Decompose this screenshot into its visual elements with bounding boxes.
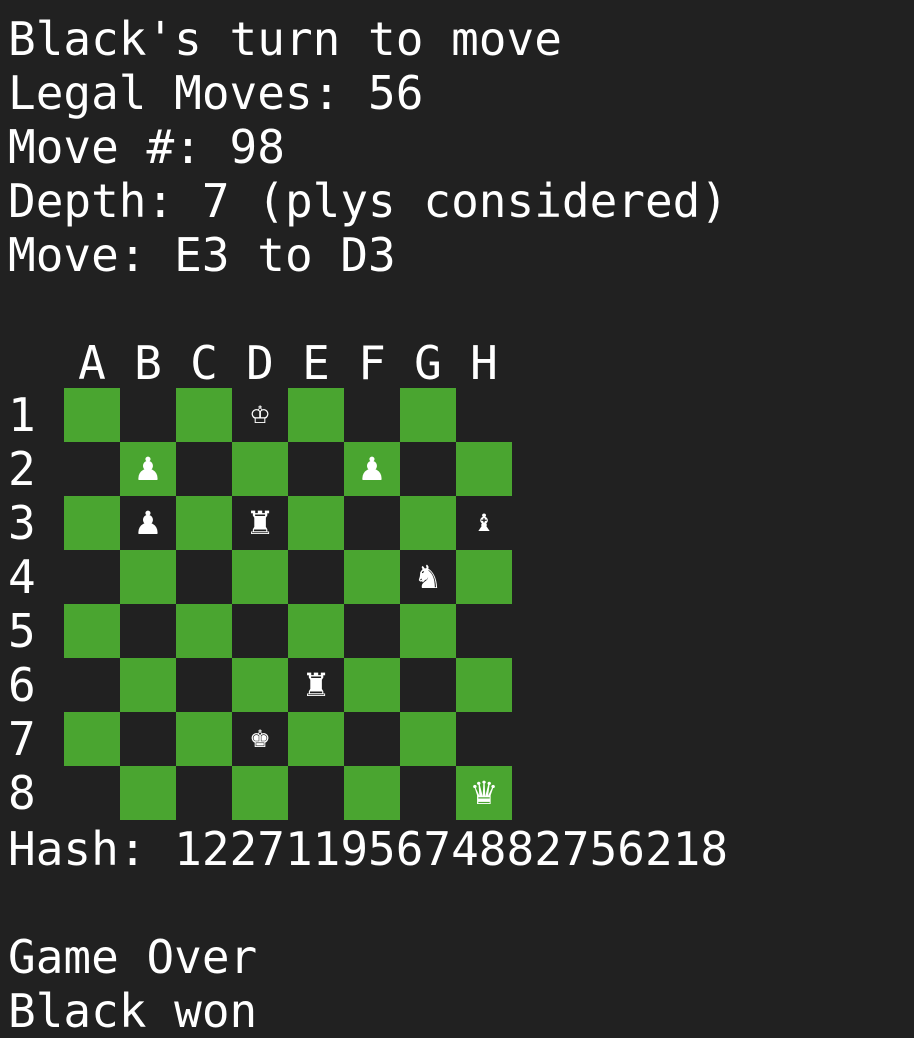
rank-label-8: 8 bbox=[8, 766, 36, 820]
square-d2[interactable] bbox=[232, 442, 288, 496]
square-f3[interactable] bbox=[344, 496, 400, 550]
square-b8[interactable] bbox=[120, 766, 176, 820]
square-a3[interactable] bbox=[64, 496, 120, 550]
pawn-icon[interactable]: ♟ bbox=[120, 496, 176, 550]
file-label-b: B bbox=[134, 336, 162, 390]
square-f6[interactable] bbox=[344, 658, 400, 712]
file-label-e: E bbox=[302, 336, 330, 390]
black-king-icon[interactable]: ♚ bbox=[232, 712, 288, 766]
square-g3[interactable] bbox=[400, 496, 456, 550]
file-label-a: A bbox=[78, 336, 106, 390]
square-e4[interactable] bbox=[288, 550, 344, 604]
hash-readout: Hash: 12271195674882756218 bbox=[8, 822, 729, 876]
pawn-icon[interactable]: ♟ bbox=[344, 442, 400, 496]
square-e5[interactable] bbox=[288, 604, 344, 658]
file-label-g: G bbox=[414, 336, 442, 390]
square-g2[interactable] bbox=[400, 442, 456, 496]
square-h4[interactable] bbox=[456, 550, 512, 604]
square-h5[interactable] bbox=[456, 604, 512, 658]
square-a5[interactable] bbox=[64, 604, 120, 658]
square-f7[interactable] bbox=[344, 712, 400, 766]
bishop-icon[interactable]: ♝ bbox=[456, 496, 512, 550]
game-over-text: Game Over bbox=[8, 930, 258, 984]
square-b4[interactable] bbox=[120, 550, 176, 604]
square-c1[interactable] bbox=[176, 388, 232, 442]
rook-icon[interactable]: ♜ bbox=[288, 658, 344, 712]
file-label-c: C bbox=[190, 336, 218, 390]
square-f1[interactable] bbox=[344, 388, 400, 442]
square-e1[interactable] bbox=[288, 388, 344, 442]
square-c7[interactable] bbox=[176, 712, 232, 766]
white-king-icon[interactable]: ♔ bbox=[232, 388, 288, 442]
square-c8[interactable] bbox=[176, 766, 232, 820]
file-label-f: F bbox=[358, 336, 386, 390]
square-a2[interactable] bbox=[64, 442, 120, 496]
square-b7[interactable] bbox=[120, 712, 176, 766]
square-d5[interactable] bbox=[232, 604, 288, 658]
pawn-icon[interactable]: ♟ bbox=[120, 442, 176, 496]
square-b5[interactable] bbox=[120, 604, 176, 658]
square-a4[interactable] bbox=[64, 550, 120, 604]
rook-icon[interactable]: ♜ bbox=[232, 496, 288, 550]
square-g1[interactable] bbox=[400, 388, 456, 442]
square-h7[interactable] bbox=[456, 712, 512, 766]
file-label-h: H bbox=[470, 336, 498, 390]
square-f5[interactable] bbox=[344, 604, 400, 658]
rank-label-1: 1 bbox=[8, 388, 36, 442]
square-g7[interactable] bbox=[400, 712, 456, 766]
square-h6[interactable] bbox=[456, 658, 512, 712]
square-c2[interactable] bbox=[176, 442, 232, 496]
square-g5[interactable] bbox=[400, 604, 456, 658]
status-legal-moves: Legal Moves: 56 bbox=[8, 66, 424, 120]
rank-label-4: 4 bbox=[8, 550, 36, 604]
file-label-d: D bbox=[246, 336, 274, 390]
square-c4[interactable] bbox=[176, 550, 232, 604]
square-c6[interactable] bbox=[176, 658, 232, 712]
knight-icon[interactable]: ♞ bbox=[400, 550, 456, 604]
square-d4[interactable] bbox=[232, 550, 288, 604]
square-h1[interactable] bbox=[456, 388, 512, 442]
square-c5[interactable] bbox=[176, 604, 232, 658]
square-a1[interactable] bbox=[64, 388, 120, 442]
rank-label-5: 5 bbox=[8, 604, 36, 658]
status-last-move: Move: E3 to D3 bbox=[8, 228, 396, 282]
square-a7[interactable] bbox=[64, 712, 120, 766]
rank-label-7: 7 bbox=[8, 712, 36, 766]
square-c3[interactable] bbox=[176, 496, 232, 550]
square-f4[interactable] bbox=[344, 550, 400, 604]
square-e3[interactable] bbox=[288, 496, 344, 550]
square-b6[interactable] bbox=[120, 658, 176, 712]
winner-text: Black won bbox=[8, 984, 258, 1038]
square-f8[interactable] bbox=[344, 766, 400, 820]
status-turn: Black's turn to move bbox=[8, 12, 562, 66]
square-a6[interactable] bbox=[64, 658, 120, 712]
square-e2[interactable] bbox=[288, 442, 344, 496]
square-h2[interactable] bbox=[456, 442, 512, 496]
square-e8[interactable] bbox=[288, 766, 344, 820]
square-d6[interactable] bbox=[232, 658, 288, 712]
rank-label-2: 2 bbox=[8, 442, 36, 496]
square-a8[interactable] bbox=[64, 766, 120, 820]
queen-icon[interactable]: ♛ bbox=[456, 766, 512, 820]
square-e7[interactable] bbox=[288, 712, 344, 766]
status-move-number: Move #: 98 bbox=[8, 120, 285, 174]
rank-label-3: 3 bbox=[8, 496, 36, 550]
status-depth: Depth: 7 (plys considered) bbox=[8, 174, 729, 228]
square-g6[interactable] bbox=[400, 658, 456, 712]
square-g8[interactable] bbox=[400, 766, 456, 820]
rank-label-6: 6 bbox=[8, 658, 36, 712]
square-b1[interactable] bbox=[120, 388, 176, 442]
chess-board: ♔ ♟ ♟ ♟ ♜ ♝ ♞ ♜ ♚ ♛ bbox=[64, 388, 512, 820]
square-d8[interactable] bbox=[232, 766, 288, 820]
